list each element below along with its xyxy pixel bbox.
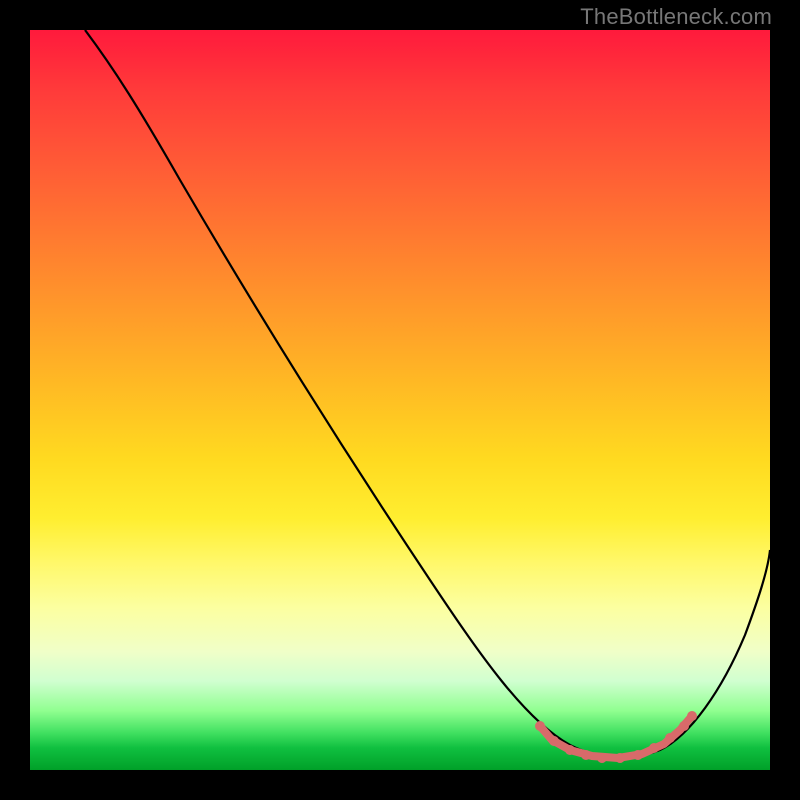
chart-frame: TheBottleneck.com — [0, 0, 800, 800]
marker-dot — [565, 745, 575, 755]
marker-dot — [633, 750, 643, 760]
marker-dot — [581, 750, 591, 760]
marker-dot — [679, 721, 689, 731]
marker-dot — [535, 721, 545, 731]
watermark-text: TheBottleneck.com — [580, 4, 772, 30]
marker-dot — [615, 753, 625, 763]
marker-dot — [687, 711, 697, 721]
chart-svg — [30, 30, 770, 770]
plot-area — [30, 30, 770, 770]
bottleneck-curve — [85, 30, 770, 757]
marker-dot — [649, 743, 659, 753]
marker-dot — [549, 736, 559, 746]
marker-dot — [597, 753, 607, 763]
marker-dot — [665, 733, 675, 743]
